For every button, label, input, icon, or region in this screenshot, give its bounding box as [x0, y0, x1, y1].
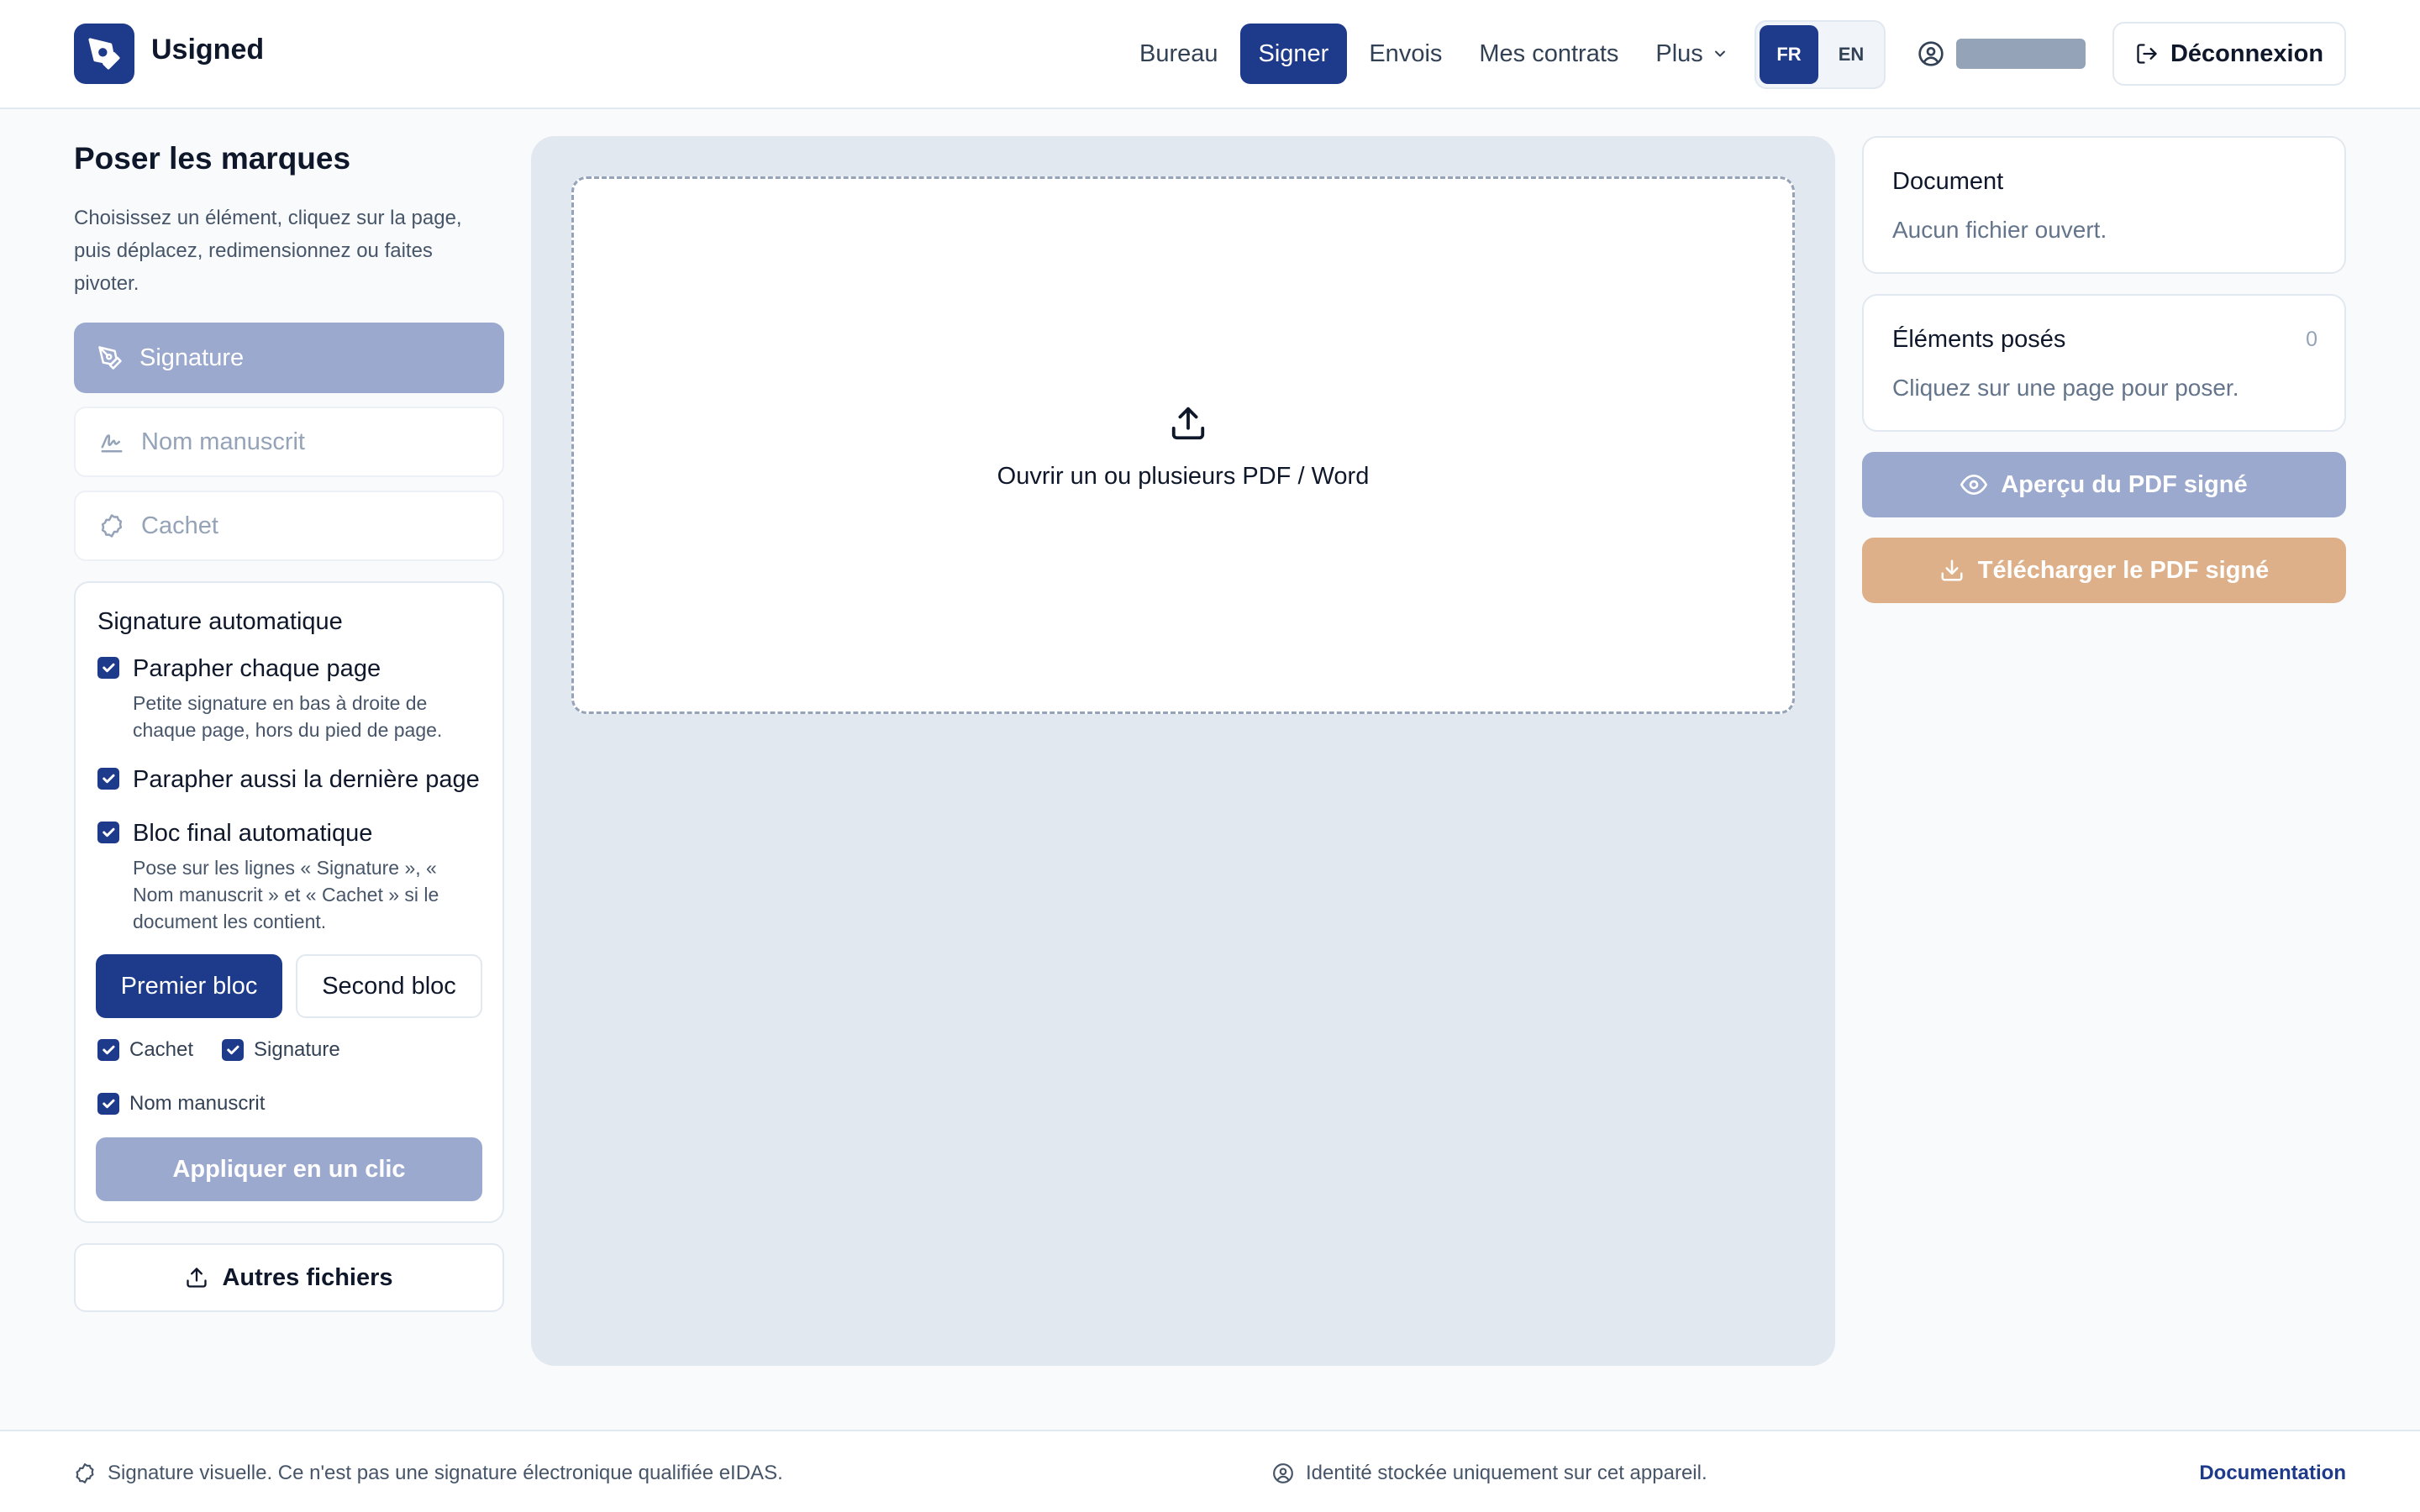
panel-title: Poser les marques — [74, 141, 351, 176]
file-dropzone[interactable]: Ouvrir un ou plusieurs PDF / Word — [571, 176, 1795, 714]
pen-nib-icon — [88, 38, 120, 70]
option-label: Parapher chaque page — [133, 655, 381, 682]
stamp-icon — [76, 1463, 94, 1483]
check-icon — [103, 663, 115, 673]
nav-more-menu[interactable]: Plus — [1637, 24, 1746, 84]
user-circle-icon — [1918, 41, 1944, 66]
app-name: Usigned — [151, 34, 265, 66]
first-block-button[interactable]: Premier bloc — [96, 954, 282, 1018]
documentation-link[interactable]: Documentation — [2199, 1462, 2346, 1485]
nav-item-bureau[interactable]: Bureau — [1121, 24, 1237, 84]
footer-identity: Identité stockée uniquement sur cet appa… — [1272, 1462, 1707, 1485]
lang-fr-button[interactable]: FR — [1760, 25, 1818, 84]
placed-elements-hint: Cliquez sur une page pour poser. — [1892, 375, 2239, 401]
preview-label: Aperçu du PDF signé — [2001, 470, 2248, 498]
option-description: Petite signature en bas à droite de chaq… — [133, 692, 443, 741]
element-label: Signature — [254, 1038, 340, 1061]
option-initial-last-page[interactable]: Parapher aussi la dernière page — [97, 766, 480, 794]
pen-icon — [98, 346, 122, 370]
upload-icon — [187, 1268, 208, 1288]
check-icon — [103, 827, 115, 837]
language-switch: FR EN — [1754, 20, 1886, 89]
document-canvas: Ouvrir un ou plusieurs PDF / Word — [531, 136, 1835, 1366]
check-icon — [227, 1045, 239, 1055]
signature-icon — [101, 434, 123, 453]
option-final-block[interactable]: Bloc final automatique Pose sur les lign… — [97, 820, 469, 935]
download-signed-pdf-button[interactable]: Télécharger le PDF signé — [1862, 538, 2346, 603]
other-files-label: Autres fichiers — [222, 1263, 393, 1291]
document-status: Aucun fichier ouvert. — [1892, 217, 2107, 243]
check-icon — [103, 1099, 115, 1109]
top-bar: Usigned Bureau Signer Envois Mes contrat… — [0, 0, 2420, 109]
element-label: Nom manuscrit — [129, 1092, 266, 1115]
panel-description: Choisissez un élément, cliquez sur la pa… — [74, 207, 462, 295]
option-label: Parapher aussi la dernière page — [133, 766, 480, 793]
auto-signature-title: Signature automatique — [97, 608, 343, 635]
stamp-icon — [101, 514, 123, 538]
document-title: Document — [1892, 168, 2004, 195]
checkbox-checked[interactable] — [97, 768, 119, 790]
document-card: Document Aucun fichier ouvert. — [1862, 136, 2346, 274]
tool-signature-button[interactable]: Signature — [74, 323, 504, 393]
chevron-down-icon — [1714, 50, 1725, 57]
user-circle-icon — [1273, 1463, 1293, 1483]
tool-handwritten-name-button[interactable]: Nom manuscrit — [74, 407, 504, 477]
tool-signature-label: Signature — [139, 344, 245, 371]
footer: Signature visuelle. Ce n'est pas une sig… — [0, 1430, 2420, 1512]
nav-item-mes-contrats[interactable]: Mes contrats — [1460, 24, 1637, 84]
footer-notice-text: Signature visuelle. Ce n'est pas une sig… — [108, 1462, 783, 1484]
nav-item-signer[interactable]: Signer — [1239, 24, 1348, 84]
checkbox-checked[interactable] — [97, 1039, 119, 1061]
main-nav: Bureau Signer Envois Mes contrats Plus — [1121, 22, 1747, 86]
dropzone-label: Ouvrir un ou plusieurs PDF / Word — [997, 463, 1370, 490]
apply-one-click-button[interactable]: Appliquer en un clic — [96, 1137, 482, 1201]
option-initial-each-page[interactable]: Parapher chaque page Petite signature en… — [97, 655, 469, 743]
preview-signed-pdf-button[interactable]: Aperçu du PDF signé — [1862, 452, 2346, 517]
element-label: Cachet — [129, 1038, 194, 1061]
option-label: Bloc final automatique — [133, 820, 373, 847]
checkbox-checked[interactable] — [97, 1093, 119, 1115]
lang-en-button[interactable]: EN — [1822, 25, 1881, 84]
logout-label: Déconnexion — [2170, 39, 2324, 67]
tool-handwritten-name-label: Nom manuscrit — [141, 428, 305, 455]
other-files-button[interactable]: Autres fichiers — [74, 1243, 504, 1312]
second-block-button[interactable]: Second bloc — [296, 954, 482, 1018]
placed-elements-title: Éléments posés — [1892, 326, 2066, 353]
footer-identity-text: Identité stockée uniquement sur cet appa… — [1306, 1462, 1707, 1484]
upload-icon — [1171, 407, 1205, 440]
eye-icon — [1960, 475, 1988, 495]
user-name-redacted — [1956, 39, 2086, 69]
auto-signature-card: Signature automatique Parapher chaque pa… — [74, 581, 504, 1223]
nav-item-envois[interactable]: Envois — [1350, 24, 1460, 84]
option-description: Pose sur les lignes « Signature », « Nom… — [133, 857, 439, 932]
download-label: Télécharger le PDF signé — [1977, 556, 2270, 584]
placed-elements-count: 0 — [2306, 328, 2317, 351]
check-icon — [103, 1045, 115, 1055]
check-icon — [103, 774, 115, 784]
logout-icon — [2137, 44, 2157, 64]
checkbox-checked[interactable] — [222, 1039, 244, 1061]
footer-notice: Signature visuelle. Ce n'est pas une sig… — [74, 1462, 783, 1485]
checkbox-checked[interactable] — [97, 822, 119, 843]
placed-elements-card: Éléments posés 0 Cliquez sur une page po… — [1862, 294, 2346, 432]
checkbox-checked[interactable] — [97, 657, 119, 679]
element-handwritten-name-checkbox[interactable]: Nom manuscrit — [97, 1092, 265, 1116]
logout-button[interactable]: Déconnexion — [2112, 22, 2346, 86]
element-stamp-checkbox[interactable]: Cachet — [97, 1038, 193, 1062]
app-logo[interactable] — [74, 24, 134, 84]
element-signature-checkbox[interactable]: Signature — [222, 1038, 340, 1062]
tool-stamp-button[interactable]: Cachet — [74, 491, 504, 561]
download-icon — [1941, 559, 1963, 581]
tool-stamp-label: Cachet — [141, 512, 218, 539]
nav-more-label: Plus — [1655, 40, 1703, 67]
